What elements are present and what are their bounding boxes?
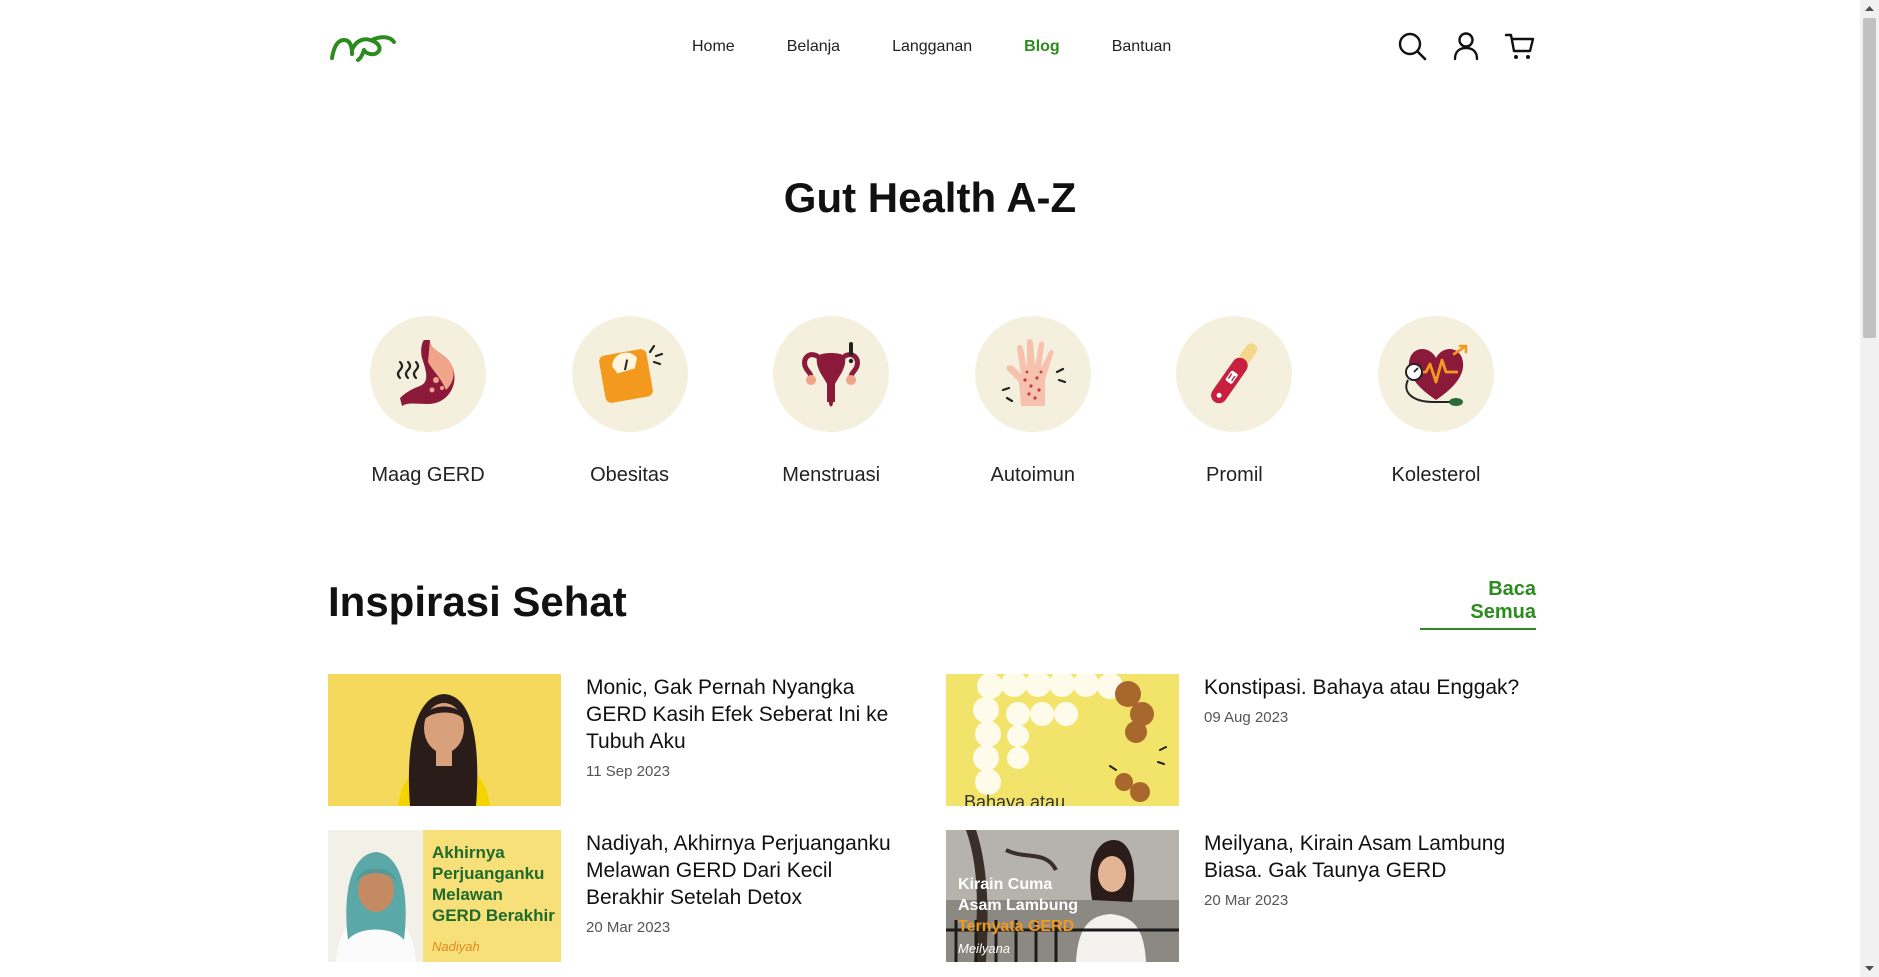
heart-pressure-icon <box>1404 344 1468 406</box>
constipation-illustration <box>946 674 1179 806</box>
article-body: Konstipasi. Bahaya atau Enggak? 09 Aug 2… <box>1204 674 1534 806</box>
thumbnail-signature: Nadiyah <box>432 939 480 954</box>
category-autoimun[interactable]: Autoimun <box>933 316 1133 487</box>
article-thumbnail[interactable]: Kirain Cuma Asam Lambung Ternyata GERD M… <box>946 830 1179 962</box>
article-title[interactable]: Konstipasi. Bahaya atau Enggak? <box>1204 674 1534 701</box>
category-circle <box>370 316 486 432</box>
category-circle <box>773 316 890 432</box>
header-actions <box>1396 30 1536 62</box>
search-icon[interactable] <box>1396 30 1428 62</box>
thumbnail-signature: Meilyana <box>958 941 1011 956</box>
scrollbar-thumb[interactable] <box>1863 18 1876 338</box>
category-label: Obesitas <box>590 464 670 486</box>
pregnancy-test-icon <box>1211 343 1258 404</box>
category-menstruasi[interactable]: Menstruasi <box>731 316 931 487</box>
category-label: Promil <box>1206 464 1263 486</box>
category-circle <box>571 316 688 432</box>
uterus-icon <box>802 342 861 407</box>
category-circle <box>1176 316 1293 432</box>
nav-bantuan[interactable]: Bantuan <box>1112 38 1172 56</box>
site-header: Home Belanja Langganan Blog Bantuan <box>0 0 1860 96</box>
gut-health-title: Gut Health A-Z <box>783 174 1077 221</box>
scroll-up-arrow-icon[interactable] <box>1860 0 1879 17</box>
article-date: 09 Aug 2023 <box>1204 709 1289 726</box>
thumbnail-headline: Kirain Cuma Asam Lambung <box>958 876 1079 914</box>
category-circle <box>1377 316 1494 432</box>
nav-langganan[interactable]: Langganan <box>892 38 972 56</box>
category-obesitas[interactable]: Obesitas <box>530 316 730 487</box>
user-icon[interactable] <box>1450 30 1482 62</box>
article-body: Meilyana, Kirain Asam Lambung Biasa. Gak… <box>1204 830 1534 962</box>
article-title[interactable]: Nadiyah, Akhirnya Perjuanganku Melawan G… <box>586 830 916 911</box>
category-list: Maag GERD Obesitas Menstruasi Autoimun P… <box>328 316 1536 487</box>
article-date: 20 Mar 2023 <box>1204 892 1289 909</box>
article-card[interactable]: Bahaya atau Konstipasi. Bahaya atau Engg… <box>946 674 1536 806</box>
nav-blog[interactable]: Blog <box>1024 38 1060 56</box>
thumbnail-headline: Akhirnya Perjuanganku Melawan GERD Berak… <box>432 843 555 925</box>
article-thumbnail[interactable] <box>328 674 561 806</box>
category-label: Kolesterol <box>1391 464 1481 486</box>
category-label: Maag GERD <box>371 464 485 486</box>
brand-logo[interactable] <box>328 32 396 62</box>
inspirasi-title: Inspirasi Sehat <box>328 578 627 625</box>
article-thumbnail[interactable]: Akhirnya Perjuanganku Melawan GERD Berak… <box>328 830 561 962</box>
article-thumbnail[interactable]: Bahaya atau <box>946 674 1179 806</box>
article-grid: Monic, Gak Pernah Nyangka GERD Kasih Efe… <box>328 674 1536 962</box>
category-promil[interactable]: Promil <box>1134 316 1334 487</box>
main-nav: Home Belanja Langganan Blog Bantuan <box>692 38 1223 56</box>
page-scrollbar[interactable] <box>1860 0 1879 977</box>
read-all-link[interactable]: Baca Semua <box>1420 578 1536 630</box>
scale-icon <box>598 344 663 403</box>
woman-portrait-image <box>328 674 561 806</box>
article-card[interactable]: Akhirnya Perjuanganku Melawan GERD Berak… <box>328 830 918 962</box>
category-label: Autoimun <box>990 464 1076 486</box>
article-card[interactable]: Monic, Gak Pernah Nyangka GERD Kasih Efe… <box>328 674 918 806</box>
category-circle <box>974 316 1091 432</box>
article-card[interactable]: Kirain Cuma Asam Lambung Ternyata GERD M… <box>946 830 1536 962</box>
article-date: 11 Sep 2023 <box>586 763 670 780</box>
scroll-down-arrow-icon[interactable] <box>1860 960 1879 977</box>
article-body: Monic, Gak Pernah Nyangka GERD Kasih Efe… <box>586 674 916 806</box>
category-maag-gerd[interactable]: Maag GERD <box>328 316 528 487</box>
stomach-icon <box>396 340 455 406</box>
hand-rash-icon <box>1001 339 1066 406</box>
article-date: 20 Mar 2023 <box>586 919 671 936</box>
article-title[interactable]: Meilyana, Kirain Asam Lambung Biasa. Gak… <box>1204 830 1534 884</box>
article-title[interactable]: Monic, Gak Pernah Nyangka GERD Kasih Efe… <box>586 674 916 755</box>
nav-home[interactable]: Home <box>692 38 735 56</box>
category-kolesterol[interactable]: Kolesterol <box>1336 316 1536 487</box>
thumbnail-caption: Bahaya atau <box>964 792 1066 806</box>
thumbnail-highlight: Ternyata GERD <box>958 918 1075 935</box>
nav-belanja[interactable]: Belanja <box>787 38 840 56</box>
cart-icon[interactable] <box>1504 30 1536 62</box>
category-label: Menstruasi <box>782 464 881 486</box>
article-body: Nadiyah, Akhirnya Perjuanganku Melawan G… <box>586 830 916 962</box>
